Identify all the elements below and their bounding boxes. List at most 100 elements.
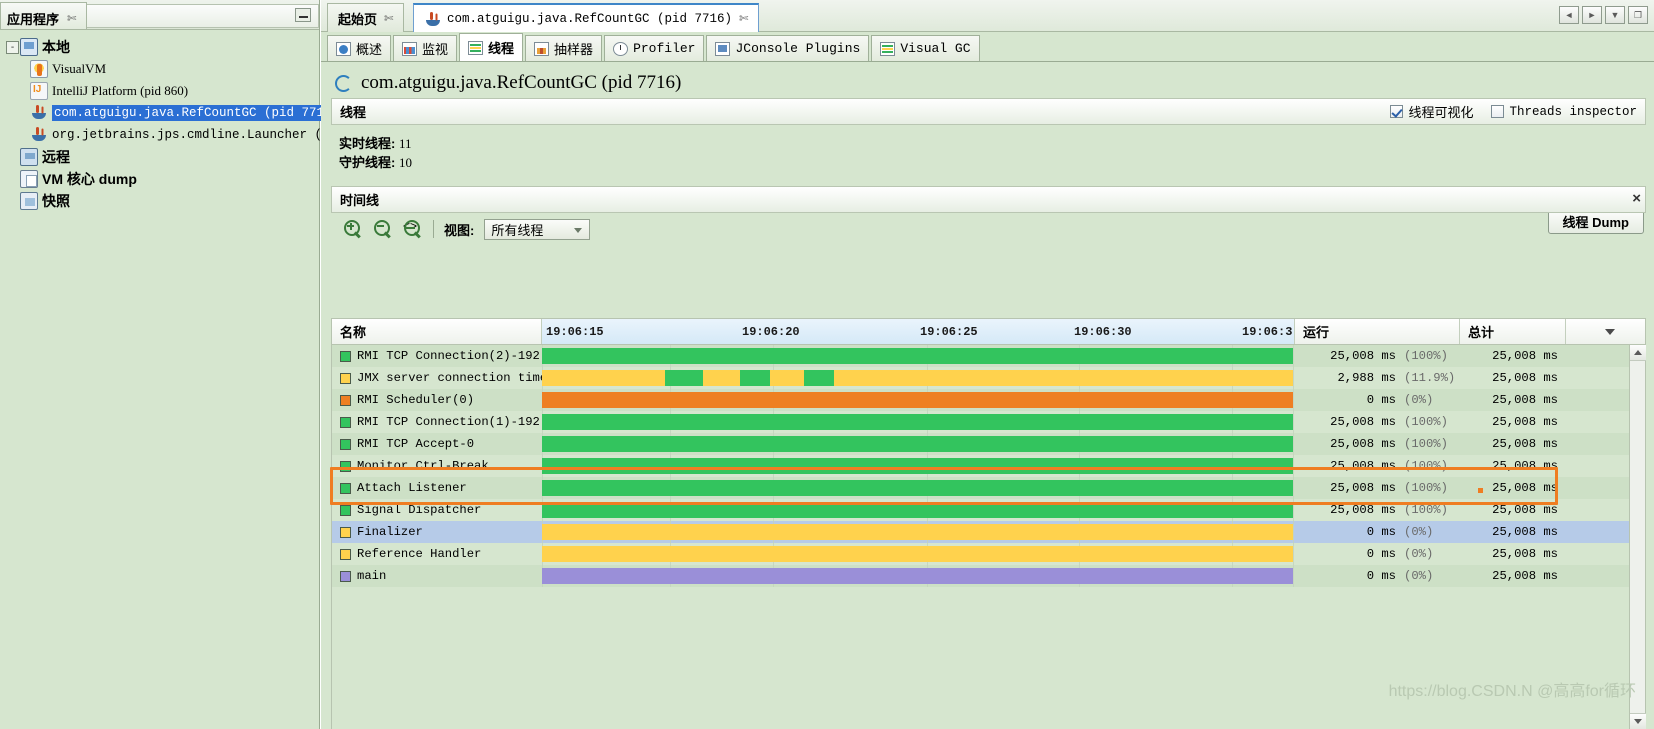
thread-dump-label: 线程 Dump: [1563, 212, 1629, 231]
tree-item-com-atguigu-java-refcountgc-pid-7716[interactable]: com.atguigu.java.RefCountGC (pid 7716): [4, 102, 319, 124]
table-row[interactable]: Reference Handler0 ms(0%)25,008 ms: [332, 543, 1645, 565]
grid-line: [1293, 543, 1294, 565]
java-icon: [30, 104, 48, 122]
tab-maximize[interactable]: ❐: [1628, 6, 1648, 24]
main-tab-start-page[interactable]: 起始页✄: [327, 3, 404, 32]
thread-color-swatch[interactable]: [340, 483, 351, 494]
sub-tab-label: 监视: [422, 39, 448, 58]
scroll-down-button[interactable]: [1630, 713, 1646, 729]
close-icon[interactable]: ×: [1632, 192, 1641, 206]
timeline-bar-segment: [542, 348, 1293, 364]
zoom-in-icon[interactable]: [343, 219, 363, 239]
sub-tab-[interactable]: 监视: [393, 35, 457, 61]
minimize-icon[interactable]: [295, 8, 311, 22]
tree-item-[interactable]: -本地: [4, 36, 319, 58]
column-header-run[interactable]: 运行: [1295, 319, 1460, 344]
sub-tab-jconsole-plugins[interactable]: JConsole Plugins: [706, 35, 869, 61]
thread-color-swatch[interactable]: [340, 571, 351, 582]
time-tick: 19:06:30: [1074, 325, 1132, 339]
tree-item-[interactable]: 远程: [4, 146, 319, 168]
tree-item-label: com.atguigu.java.RefCountGC (pid 7716): [52, 105, 341, 121]
tree-item-vm-dump[interactable]: VM 核心 dump: [4, 168, 319, 190]
column-header-total[interactable]: 总计: [1460, 319, 1566, 344]
threads-section-title: 线程: [340, 102, 366, 121]
run-time-value: 0 ms: [1367, 393, 1396, 407]
table-row[interactable]: RMI TCP Accept-025,008 ms(100%)25,008 ms: [332, 433, 1645, 455]
tree-item-intellij-platform-pid-860[interactable]: IntelliJ Platform (pid 860): [4, 80, 319, 102]
thread-color-swatch[interactable]: [340, 527, 351, 538]
run-time-percent: (0%): [1404, 547, 1450, 561]
visualize-threads-checkbox[interactable]: 线程可视化: [1390, 102, 1473, 121]
sub-tab-visual-gc[interactable]: Visual GC: [871, 35, 979, 61]
thread-color-swatch[interactable]: [340, 505, 351, 516]
main-tab-refcountgc[interactable]: com.atguigu.java.RefCountGC (pid 7716) ✄: [413, 3, 759, 32]
thread-color-swatch[interactable]: [340, 549, 351, 560]
checkbox-box[interactable]: [1390, 105, 1403, 118]
thread-timeline-cell: [542, 521, 1295, 543]
tree-expander-icon[interactable]: -: [6, 41, 19, 54]
table-row[interactable]: Attach Listener25,008 ms(100%)25,008 ms: [332, 477, 1645, 499]
zoom-fit-icon[interactable]: <>: [403, 219, 423, 239]
vertical-scrollbar[interactable]: [1629, 345, 1645, 729]
tree-item-visualvm[interactable]: VisualVM: [4, 58, 319, 80]
thread-timeline-cell: [542, 565, 1295, 587]
table-row[interactable]: Signal Dispatcher25,008 ms(100%)25,008 m…: [332, 499, 1645, 521]
thread-color-swatch[interactable]: [340, 373, 351, 384]
tree-item-label: 快照: [42, 191, 70, 211]
table-row[interactable]: RMI TCP Connection(1)-192.25,008 ms(100%…: [332, 411, 1645, 433]
table-row[interactable]: JMX server connection time2,988 ms(11.9%…: [332, 367, 1645, 389]
table-row[interactable]: RMI Scheduler(0)0 ms(0%)25,008 ms: [332, 389, 1645, 411]
run-time-percent: (100%): [1404, 349, 1450, 363]
time-tick: 19:06:20: [742, 325, 800, 339]
sub-tab-profiler[interactable]: Profiler: [604, 35, 704, 61]
grid-line: [1293, 411, 1294, 433]
tab-scroll-left[interactable]: ◄: [1559, 6, 1579, 24]
view-select[interactable]: 所有线程: [484, 219, 590, 240]
thread-color-swatch[interactable]: [340, 351, 351, 362]
live-threads-label: 实时线程:: [339, 136, 395, 151]
sub-tab-[interactable]: 线程: [459, 33, 523, 61]
threads-view: com.atguigu.java.RefCountGC (pid 7716) 线…: [321, 62, 1654, 729]
sub-tab-[interactable]: 抽样器: [525, 35, 602, 61]
timeline-bar-segment: [542, 414, 1293, 430]
timeline-section-title: 时间线: [340, 190, 379, 209]
close-icon[interactable]: ✄: [384, 12, 393, 25]
tree-item-[interactable]: 快照: [4, 190, 319, 212]
tab-list-dropdown[interactable]: ▼: [1605, 6, 1625, 24]
zoom-out-icon[interactable]: [373, 219, 393, 239]
table-row[interactable]: RMI TCP Connection(2)-192.25,008 ms(100%…: [332, 345, 1645, 367]
column-header-name[interactable]: 名称: [332, 319, 542, 344]
visualvm-icon: [30, 60, 48, 78]
close-icon[interactable]: ✄: [67, 12, 76, 25]
threads-inspector-checkbox[interactable]: Threads inspector: [1491, 105, 1637, 119]
run-time-cell: 25,008 ms(100%): [1295, 499, 1460, 521]
time-tick: 19:06:25: [920, 325, 978, 339]
thread-timeline-cell: [542, 433, 1295, 455]
thread-color-swatch[interactable]: [340, 439, 351, 450]
left-tabbar-filler: [84, 4, 319, 28]
run-time-percent: (100%): [1404, 481, 1450, 495]
thread-color-swatch[interactable]: [340, 461, 351, 472]
page-title: com.atguigu.java.RefCountGC (pid 7716): [331, 68, 1646, 98]
column-chooser-button[interactable]: [1566, 319, 1645, 344]
sub-tab-[interactable]: 概述: [327, 35, 391, 61]
tab-scroll-right[interactable]: ►: [1582, 6, 1602, 24]
table-header: 名称 19:06:1519:06:2019:06:2519:06:3019:06…: [332, 319, 1645, 345]
grid-line: [1293, 499, 1294, 521]
tree-item-org-jetbrains-jps-cmdline-launcher[interactable]: org.jetbrains.jps.cmdline.Launcher (: [4, 124, 319, 146]
chevron-down-icon: [1634, 719, 1642, 724]
run-time-cell: 25,008 ms(100%): [1295, 455, 1460, 477]
scroll-up-button[interactable]: [1630, 345, 1646, 361]
column-header-timeline[interactable]: 19:06:1519:06:2019:06:2519:06:3019:06:3: [542, 319, 1295, 344]
close-icon[interactable]: ✄: [739, 12, 748, 25]
thread-color-swatch[interactable]: [340, 417, 351, 428]
timeline-bar-segment: [542, 546, 1293, 562]
checkbox-box[interactable]: [1491, 105, 1504, 118]
applications-tree: -本地VisualVMIntelliJ Platform (pid 860)co…: [0, 32, 319, 729]
thread-color-swatch[interactable]: [340, 395, 351, 406]
tab-applications[interactable]: 应用程序 ✄: [0, 2, 87, 29]
table-row[interactable]: Monitor Ctrl-Break25,008 ms(100%)25,008 …: [332, 455, 1645, 477]
table-row[interactable]: main0 ms(0%)25,008 ms: [332, 565, 1645, 587]
table-row[interactable]: Finalizer0 ms(0%)25,008 ms: [332, 521, 1645, 543]
main-tab-label: com.atguigu.java.RefCountGC (pid 7716): [447, 12, 732, 26]
